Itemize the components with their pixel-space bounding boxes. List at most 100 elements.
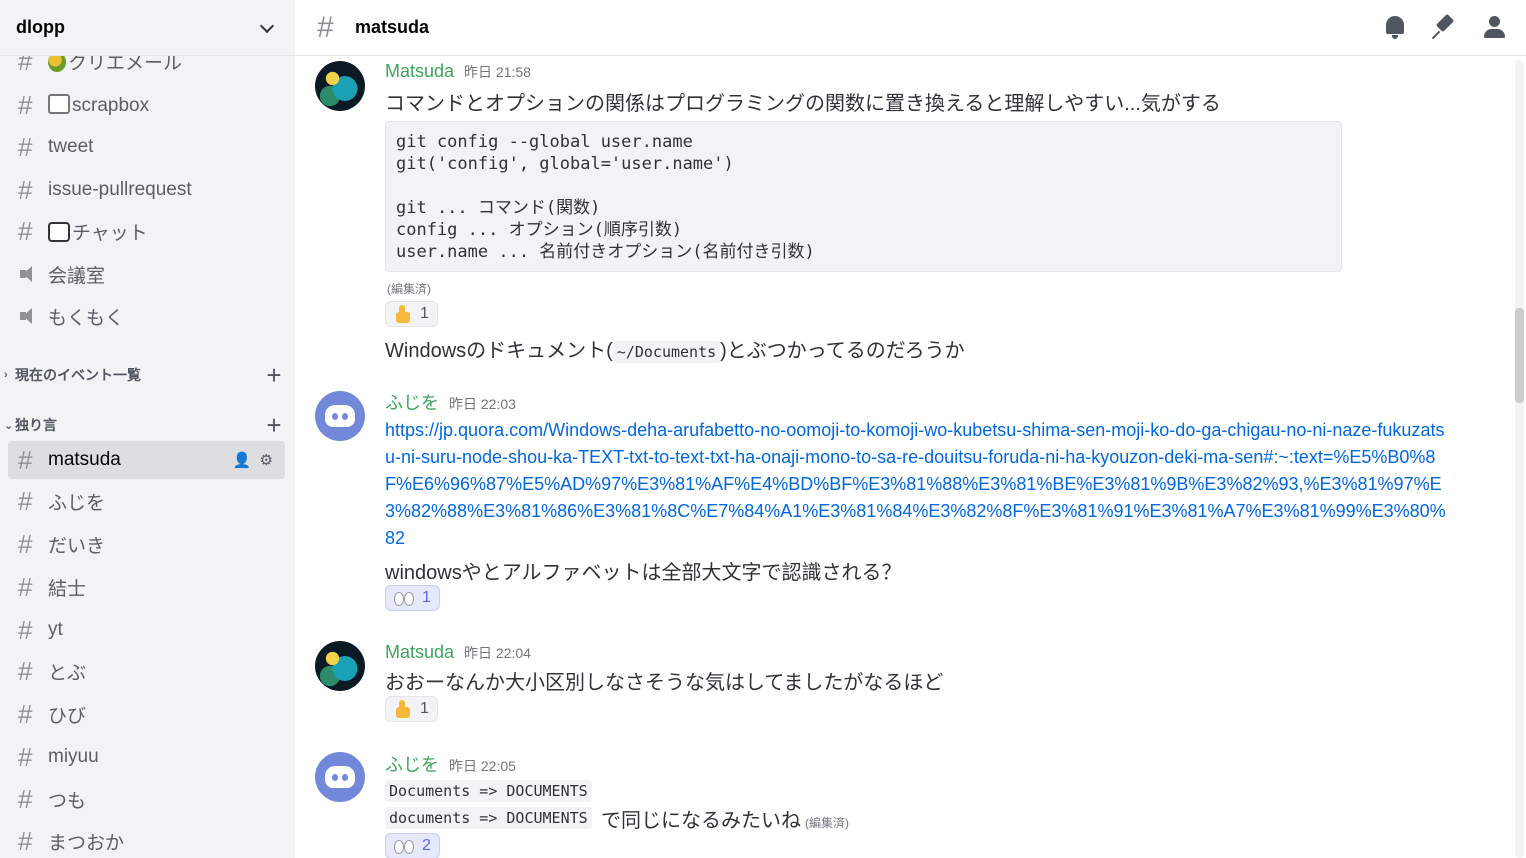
pin-icon[interactable] (1432, 14, 1458, 40)
channel-label: もくもく (48, 307, 125, 329)
server-header[interactable]: dlopp (0, 0, 295, 56)
voice-channel-item[interactable]: もくもく (8, 297, 285, 335)
edited-label: (編集済) (805, 816, 849, 830)
message-link[interactable]: https://jp.quora.com/Windows-deha-arufab… (385, 417, 1450, 552)
author-name[interactable]: Matsuda (385, 642, 454, 663)
reaction-count: 1 (420, 700, 429, 717)
hash-icon: # (18, 826, 33, 856)
reaction-count: 1 (422, 589, 431, 606)
chevron-down-icon[interactable] (259, 20, 275, 36)
eyes-icon (394, 592, 414, 606)
message-header: ふじを 昨日 22:03 (385, 389, 516, 415)
reaction-button[interactable]: 1 (385, 696, 438, 722)
channel-item[interactable]: # とぶ (8, 652, 285, 690)
channel-label: つも (48, 790, 87, 812)
code-block: git config --global user.name git('confi… (385, 121, 1342, 272)
channel-item[interactable]: # つも (8, 780, 285, 818)
edited-label: (編集済) (387, 282, 431, 296)
channel-item[interactable]: # scrapbox (8, 86, 285, 124)
channel-label: ふじを (48, 492, 106, 514)
author-name[interactable]: ふじを (385, 751, 439, 777)
members-icon[interactable] (1482, 14, 1508, 40)
channel-label: tweet (48, 136, 94, 157)
channel-item[interactable]: # ひび (8, 695, 285, 733)
hash-icon: # (18, 175, 33, 205)
category-header[interactable]: ⌄ 独り言 + (4, 412, 288, 438)
channel-item[interactable]: # まつおか (8, 822, 285, 858)
reaction-button[interactable]: 2 (385, 833, 440, 858)
invite-icon[interactable]: 👤 (233, 451, 252, 469)
hash-icon: # (18, 656, 33, 686)
channel-label: だいき (48, 535, 106, 557)
channel-title: matsuda (355, 17, 430, 37)
chevron-right-icon: › (4, 369, 8, 381)
avatar[interactable] (315, 391, 365, 441)
channel-item[interactable]: # issue-pullrequest (8, 171, 285, 209)
gear-icon[interactable]: ⚙ (260, 451, 273, 469)
channel-label: miyuu (48, 746, 99, 767)
channel-label: ひび (48, 705, 87, 727)
channel-item[interactable]: # だいき (8, 525, 285, 563)
hash-icon: # (18, 699, 33, 729)
voice-channel-item[interactable]: 会議室 (8, 255, 285, 293)
reaction-button[interactable]: 1 (385, 301, 438, 327)
avatar[interactable] (315, 752, 365, 802)
inline-code: Documents => DOCUMENTS (385, 780, 592, 802)
channel-item[interactable]: # ふじを (8, 482, 285, 520)
channel-item[interactable]: # tweet (8, 128, 285, 166)
message-list: Matsuda 昨日 21:58 コマンドとオプションの関係はプログラミングの関… (295, 57, 1513, 858)
reaction-button[interactable]: 1 (385, 585, 440, 611)
message-header: Matsuda 昨日 22:04 (385, 642, 531, 663)
hash-icon: # (18, 132, 33, 162)
add-channel-button[interactable]: + (260, 362, 288, 388)
reaction-count: 1 (420, 305, 429, 322)
speech-bubble-emoji-icon (48, 221, 70, 242)
discord-logo-icon (325, 766, 355, 788)
author-name[interactable]: Matsuda (385, 61, 454, 82)
scrollbar[interactable] (1515, 60, 1524, 858)
header-toolbar (1382, 14, 1508, 40)
channel-label: issue-pullrequest (48, 179, 192, 200)
channel-label: とぶ (48, 662, 87, 684)
message-header: Matsuda 昨日 21:58 (385, 61, 531, 82)
category-header[interactable]: › 現在のイベント一覧 + (4, 362, 288, 388)
message-text: コマンドとオプションの関係はプログラミングの関数に置き換えると理解しやすい...… (385, 93, 1221, 115)
notebook-emoji-icon (48, 93, 70, 114)
avatar[interactable] (315, 641, 365, 691)
inline-code: ~/Documents (612, 341, 721, 363)
channel-label: matsuda (48, 449, 121, 470)
message-text: で同じになるみたいね (編集済) (601, 810, 849, 832)
chevron-down-icon: ⌄ (4, 419, 14, 432)
speaker-icon (18, 306, 48, 326)
channel-item[interactable]: # 結士 (8, 568, 285, 606)
hash-icon: # (18, 90, 33, 120)
hash-icon: # (18, 216, 33, 246)
scrollbar-thumb[interactable] (1515, 308, 1524, 403)
channel-item-active[interactable]: # matsuda 👤 ⚙ (8, 441, 285, 479)
hash-icon: # (317, 10, 334, 44)
eyes-icon (394, 840, 414, 854)
inline-code: documents => DOCUMENTS (385, 807, 592, 829)
bell-icon[interactable] (1382, 14, 1408, 40)
channel-item[interactable]: # チャット (8, 212, 285, 250)
channel-header: # matsuda (295, 0, 1526, 56)
channel-label: 結士 (48, 578, 87, 600)
channel-item[interactable]: # miyuu (8, 738, 285, 776)
hash-icon: # (18, 529, 33, 559)
hash-icon: # (18, 486, 33, 516)
thumbs-up-icon (394, 305, 412, 323)
hash-icon: # (18, 742, 33, 772)
thumbs-up-icon (394, 700, 412, 718)
timestamp: 昨日 21:58 (464, 64, 531, 80)
timestamp: 昨日 22:04 (464, 645, 531, 661)
message-text: Windowsのドキュメント(~/Documents)とぶつかってるのだろうか (385, 340, 965, 363)
channel-item[interactable]: # yt (8, 611, 285, 649)
add-channel-button[interactable]: + (260, 412, 288, 438)
sidebar: # クリエメール # scrapbox # tweet # issue-pull… (0, 0, 295, 858)
server-name: dlopp (16, 17, 65, 37)
message-header: ふじを 昨日 22:05 (385, 751, 516, 777)
avatar[interactable] (315, 61, 365, 111)
author-name[interactable]: ふじを (385, 389, 439, 415)
channel-label: yt (48, 619, 63, 640)
channel-label: チャット (72, 222, 148, 244)
